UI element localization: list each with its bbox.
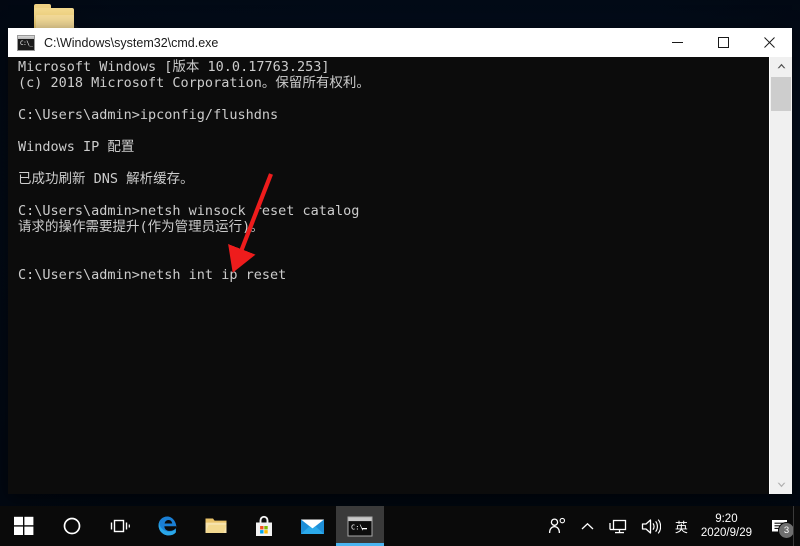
cmd-icon-prompt-text: C:\_ [20, 39, 33, 47]
window-title: C:\Windows\system32\cmd.exe [44, 35, 219, 50]
minimize-button[interactable] [654, 28, 700, 57]
console-text: Microsoft Windows [版本 10.0.17763.253] (c)… [18, 59, 370, 283]
cortana-circle-icon [63, 517, 81, 535]
file-explorer-button[interactable] [192, 506, 240, 546]
microsoft-store-button[interactable] [240, 506, 288, 546]
cmd-window: C:\_ C:\Windows\system32\cmd.exe Microso… [8, 28, 792, 494]
scroll-up-button[interactable] [770, 57, 792, 75]
tray-overflow-button[interactable] [574, 506, 601, 546]
chevron-up-icon [581, 522, 594, 529]
edge-button[interactable] [144, 506, 192, 546]
ime-indicator[interactable]: 英 [668, 506, 695, 546]
mail-envelope-icon [300, 519, 324, 534]
windows-logo-icon [14, 516, 34, 535]
show-desktop-button[interactable] [793, 506, 800, 546]
scroll-up-icon [777, 63, 785, 69]
cmd-icon: C:\ [347, 516, 373, 536]
clock[interactable]: 9:20 2020/9/29 [695, 506, 760, 546]
maximize-icon [717, 37, 729, 48]
console-line: 请求的操作需要提升(作为管理员运行)。 [18, 219, 264, 235]
console-line: C:\Users\admin>ipconfig/flushdns [18, 107, 279, 123]
close-button[interactable] [746, 28, 792, 57]
scroll-down-icon [777, 482, 785, 488]
edge-icon [158, 516, 177, 536]
cmd-taskbar-button[interactable]: C:\ [336, 506, 384, 546]
people-icon [548, 517, 565, 534]
console-scrollbar[interactable] [769, 57, 792, 494]
console-line: C:\Users\admin>netsh int ip reset [18, 267, 287, 283]
scroll-down-button[interactable] [770, 476, 792, 494]
console-line: C:\Users\admin>netsh winsock reset catal… [18, 203, 360, 219]
network-monitor-icon [609, 519, 626, 533]
cmd-icon-titlebar-strip [18, 35, 34, 39]
cmd-icon: C:\_ [17, 34, 35, 51]
close-icon [763, 37, 775, 48]
clock-time: 9:20 [715, 513, 738, 525]
scrollbar-thumb[interactable] [771, 77, 791, 111]
taskbar: C:\ 英 9:20 2020/9/29 3 [0, 506, 800, 546]
console-line: Windows IP 配置 [18, 139, 135, 155]
console-output-area[interactable]: Microsoft Windows [版本 10.0.17763.253] (c)… [8, 57, 770, 494]
people-button[interactable] [541, 506, 574, 546]
task-view-icon [110, 519, 130, 533]
mail-button[interactable] [288, 506, 336, 546]
volume-button[interactable] [634, 506, 668, 546]
svg-text:C:\: C:\ [351, 523, 364, 531]
window-titlebar[interactable]: C:\_ C:\Windows\system32\cmd.exe [8, 28, 792, 58]
start-button[interactable] [0, 506, 48, 546]
network-button[interactable] [601, 506, 634, 546]
console-line: 已成功刷新 DNS 解析缓存。 [18, 171, 194, 187]
folder-icon [205, 518, 227, 533]
speaker-icon [641, 518, 661, 534]
window-controls [654, 28, 792, 57]
console-line: (c) 2018 Microsoft Corporation。保留所有权利。 [18, 75, 370, 91]
minimize-icon [671, 42, 683, 43]
task-view-button[interactable] [96, 506, 144, 546]
cortana-button[interactable] [48, 506, 96, 546]
store-bag-icon [256, 515, 272, 536]
taskbar-buttons: C:\ [0, 506, 384, 546]
maximize-button[interactable] [700, 28, 746, 57]
system-tray: 英 9:20 2020/9/29 3 [541, 506, 800, 546]
console-line: Microsoft Windows [版本 10.0.17763.253] [18, 59, 330, 75]
screen: C:\_ C:\Windows\system32\cmd.exe Microso… [0, 0, 800, 546]
clock-date: 2020/9/29 [700, 527, 752, 539]
